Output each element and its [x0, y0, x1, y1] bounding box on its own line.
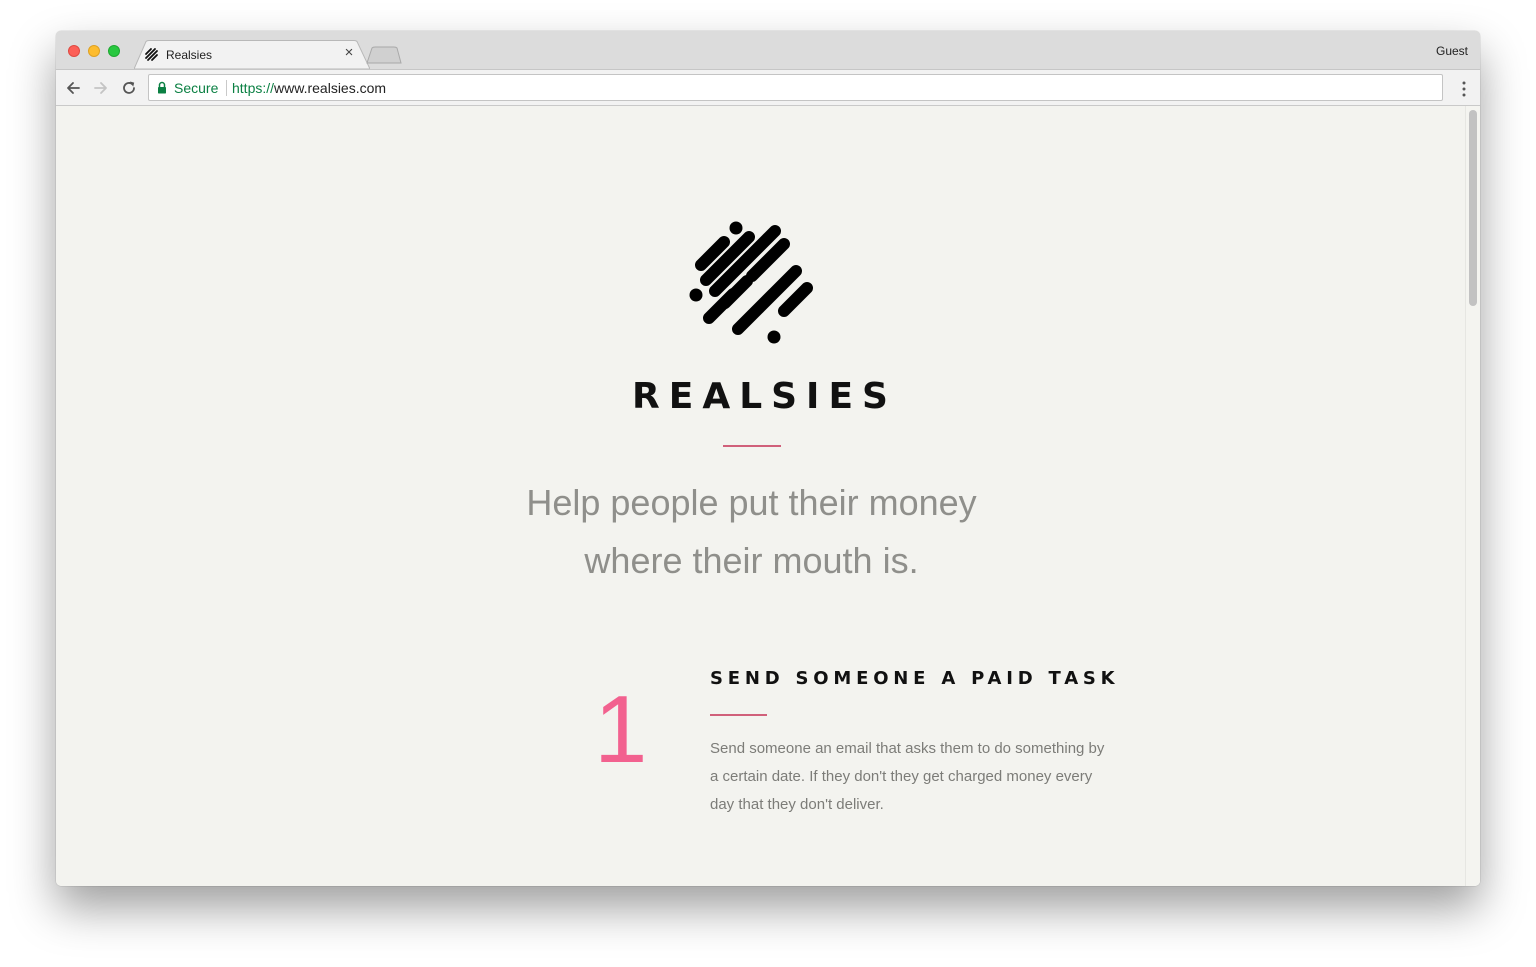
- address-bar[interactable]: Secure https://www.realsies.com: [148, 74, 1443, 101]
- tab-close-icon[interactable]: ×: [342, 45, 356, 60]
- step-number: 1: [594, 676, 648, 783]
- step-description: Send someone an email that asks them to …: [710, 740, 1105, 813]
- browser-window: Realsies × Guest Secure https://www.real…: [56, 31, 1480, 886]
- page-content: REALSIES Help people put their money whe…: [56, 106, 1480, 886]
- back-arrow-icon[interactable]: [64, 79, 82, 97]
- tagline-line-2: where their mouth is.: [584, 540, 919, 581]
- profile-label[interactable]: Guest: [1436, 44, 1468, 58]
- url-scheme: https://: [232, 80, 275, 96]
- new-tab-button[interactable]: [366, 46, 402, 64]
- url-host: www.realsies.com: [274, 80, 387, 96]
- step-title: SEND SOMEONE A PAID TASK: [710, 668, 1120, 689]
- window-minimize-button[interactable]: [88, 45, 100, 57]
- brand-divider: [723, 445, 781, 447]
- browser-toolbar: Secure https://www.realsies.com: [56, 69, 1480, 106]
- scrollbar[interactable]: [1465, 106, 1480, 886]
- url-text[interactable]: https://www.realsies.com: [232, 80, 386, 96]
- tagline-line-1: Help people put their money: [526, 482, 977, 523]
- window-close-button[interactable]: [68, 45, 80, 57]
- brand-title: REALSIES: [632, 376, 897, 417]
- title-bar: Realsies × Guest: [56, 31, 1480, 69]
- realsies-logo-icon: [689, 221, 813, 344]
- step-divider: [710, 714, 767, 716]
- tab-title: Realsies: [166, 48, 213, 62]
- tagline: Help people put their money where their …: [56, 474, 1447, 590]
- window-maximize-button[interactable]: [108, 45, 120, 57]
- omnibox-separator: [226, 80, 227, 96]
- forward-arrow-icon[interactable]: [92, 79, 110, 97]
- tab-realsies[interactable]: Realsies ×: [134, 40, 370, 69]
- scrollbar-thumb[interactable]: [1469, 110, 1477, 306]
- lock-icon: [158, 81, 166, 94]
- secure-label: Secure: [174, 80, 219, 96]
- more-menu-icon[interactable]: [1462, 81, 1466, 97]
- realsies-favicon-icon: [145, 48, 158, 61]
- reload-icon[interactable]: [120, 79, 138, 97]
